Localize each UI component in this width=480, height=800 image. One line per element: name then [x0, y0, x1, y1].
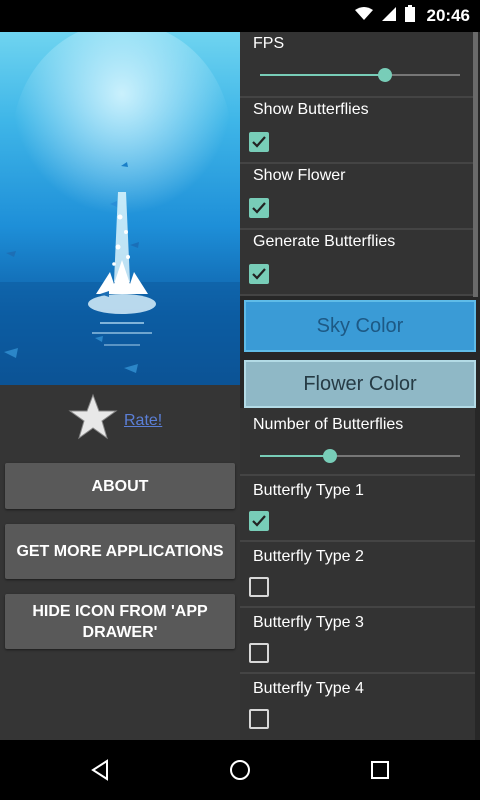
- butterfly-type-1-label: Butterfly Type 1: [253, 482, 364, 499]
- butterfly-type-2-checkbox[interactable]: [249, 577, 269, 597]
- about-button[interactable]: ABOUT: [5, 463, 235, 509]
- check-icon: [252, 515, 266, 527]
- butterflies-slider-fill: [260, 455, 330, 457]
- recents-icon[interactable]: [368, 758, 392, 782]
- back-icon[interactable]: [88, 758, 112, 782]
- generate-butterflies-label: Generate Butterflies: [253, 233, 396, 250]
- fps-setting: FPS: [240, 32, 475, 98]
- flower-color-button[interactable]: Flower Color: [244, 360, 476, 408]
- settings-panel: FPS Show Butterflies Show Flower Generat…: [240, 32, 480, 740]
- show-flower-setting[interactable]: Show Flower: [240, 164, 475, 230]
- show-butterflies-setting[interactable]: Show Butterflies: [240, 98, 475, 164]
- number-of-butterflies-label: Number of Butterflies: [253, 416, 404, 433]
- butterfly-type-3-setting[interactable]: Butterfly Type 3: [240, 608, 475, 674]
- butterfly-type-3-checkbox[interactable]: [249, 643, 269, 663]
- status-bar: 20:46: [0, 0, 480, 32]
- clock: 20:46: [426, 6, 470, 25]
- wallpaper-preview: [0, 32, 240, 385]
- butterfly-type-3-label: Butterfly Type 3: [253, 614, 364, 631]
- rate-link[interactable]: Rate!: [124, 412, 162, 430]
- show-butterflies-label: Show Butterflies: [253, 101, 369, 118]
- check-icon: [252, 268, 266, 280]
- generate-butterflies-setting[interactable]: Generate Butterflies: [240, 230, 475, 296]
- butterfly-type-1-checkbox[interactable]: [249, 511, 269, 531]
- hide-icon-button[interactable]: HIDE ICON FROM 'APP DRAWER': [5, 594, 235, 649]
- fps-slider-fill: [260, 74, 384, 76]
- sky-color-button[interactable]: Sky Color: [244, 300, 476, 352]
- show-flower-label: Show Flower: [253, 167, 346, 184]
- butterfly-type-2-setting[interactable]: Butterfly Type 2: [240, 542, 475, 608]
- signal-icon: [381, 6, 397, 27]
- fps-slider-thumb[interactable]: [378, 68, 392, 82]
- get-more-applications-button[interactable]: GET MORE APPLICATIONS: [5, 524, 235, 579]
- check-icon: [252, 136, 266, 148]
- butterfly-type-2-label: Butterfly Type 2: [253, 548, 364, 565]
- battery-icon: [404, 5, 415, 27]
- left-panel: Rate! ABOUT GET MORE APPLICATIONS HIDE I…: [0, 32, 240, 740]
- scrollbar[interactable]: [473, 32, 478, 297]
- butterfly-type-1-setting[interactable]: Butterfly Type 1: [240, 476, 475, 542]
- show-butterflies-checkbox[interactable]: [249, 132, 269, 152]
- check-icon: [252, 202, 266, 214]
- butterfly-type-4-label: Butterfly Type 4: [253, 680, 364, 697]
- butterfly-type-4-checkbox[interactable]: [249, 709, 269, 729]
- star-icon[interactable]: [68, 392, 118, 442]
- show-flower-checkbox[interactable]: [249, 198, 269, 218]
- butterflies-slider-thumb[interactable]: [323, 449, 337, 463]
- home-icon[interactable]: [228, 758, 252, 782]
- generate-butterflies-checkbox[interactable]: [249, 264, 269, 284]
- butterfly-type-4-setting[interactable]: Butterfly Type 4: [240, 674, 475, 740]
- navigation-bar: [0, 740, 480, 800]
- fps-label: FPS: [253, 35, 285, 52]
- number-of-butterflies-setting: Number of Butterflies: [240, 408, 475, 476]
- wifi-icon: [354, 6, 373, 26]
